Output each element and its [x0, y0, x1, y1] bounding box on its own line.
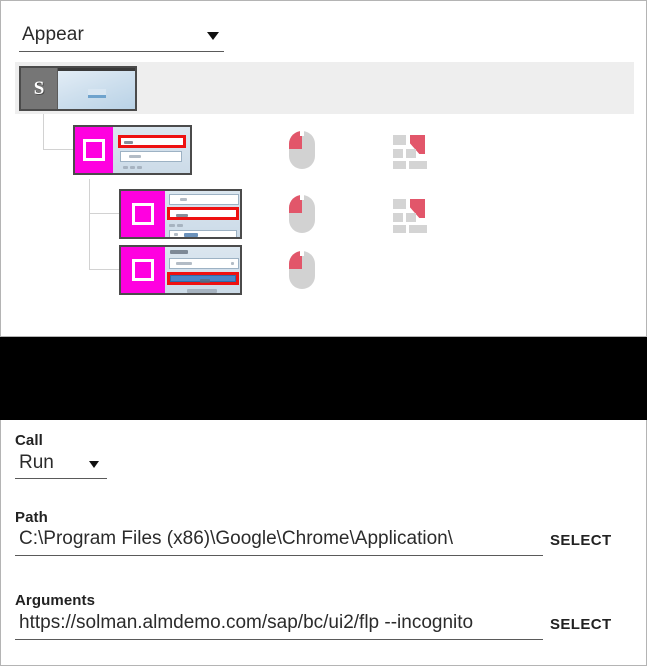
secondary-field-1: [120, 151, 182, 162]
step-screenshot-thumbnail-2: [165, 191, 240, 237]
tree-node-step-1[interactable]: [73, 125, 192, 175]
mouse-left-click-icon-3[interactable]: [289, 251, 315, 289]
arguments-input[interactable]: https://solman.almdemo.com/sap/bc/ui2/fl…: [19, 612, 543, 639]
app-window: Appear S Call Run Path C:\Program Files …: [0, 0, 647, 666]
tree-connector-horizontal-3: [89, 269, 119, 270]
fullscreen-brackets-icon: [83, 139, 105, 161]
step-accent-panel-3: [121, 247, 165, 293]
thumbnail-content-bar: [87, 89, 106, 99]
select-field-3: [169, 258, 239, 269]
path-input-value: C:\Program Files (x86)\Google\Chrome\App…: [19, 528, 454, 549]
path-underline: [15, 555, 543, 556]
mode-dropdown[interactable]: Appear: [19, 23, 224, 52]
tree-connector-horizontal-1: [43, 149, 73, 150]
bottom-field-2: [169, 230, 237, 237]
mouse-left-click-icon-1[interactable]: [289, 131, 315, 169]
step-screenshot-thumbnail-1: [113, 127, 190, 173]
call-dropdown[interactable]: Run: [19, 452, 107, 478]
highlighted-field-1: [118, 135, 186, 148]
path-label: Path: [15, 509, 48, 526]
call-label: Call: [15, 432, 43, 449]
start-badge-label: S: [33, 77, 45, 99]
start-badge: S: [21, 68, 58, 109]
arguments-label: Arguments: [15, 592, 96, 609]
tree-node-step-2[interactable]: [119, 189, 242, 239]
fullscreen-brackets-icon: [132, 203, 154, 225]
step-settings-panel: Call Run Path C:\Program Files (x86)\Goo…: [0, 420, 647, 666]
chevron-down-icon: [89, 461, 99, 468]
step-tree: S: [1, 57, 646, 336]
tree-connector-vertical-root: [43, 114, 44, 150]
mode-dropdown-value: Appear: [22, 24, 84, 45]
tree-connector-vertical-branch: [89, 179, 90, 270]
tree-node-step-3[interactable]: [119, 245, 242, 295]
step-accent-panel-2: [121, 191, 165, 237]
call-dropdown-value: Run: [19, 452, 54, 473]
step-screenshot-thumbnail-3: [165, 247, 240, 293]
thumbnail-title-3: [170, 250, 188, 254]
highlighted-field-2: [167, 207, 239, 220]
path-input[interactable]: C:\Program Files (x86)\Google\Chrome\App…: [19, 528, 543, 555]
call-underline: [15, 478, 107, 479]
video-separator-band: [0, 337, 647, 420]
thumbnail-footer-text-1: [123, 166, 128, 169]
mouse-left-click-icon-2[interactable]: [289, 195, 315, 233]
highlighted-button-3: [167, 272, 239, 285]
tree-node-root[interactable]: S: [19, 66, 137, 111]
fullscreen-brackets-icon: [132, 259, 154, 281]
thumbnail-footer-text-3: [187, 289, 217, 293]
tree-connector-horizontal-2: [89, 213, 119, 214]
path-select-button[interactable]: SELECT: [550, 532, 612, 549]
tile-grid-icon-2[interactable]: [393, 199, 431, 233]
step-accent-panel-1: [75, 127, 113, 173]
chevron-down-icon: [207, 32, 219, 40]
top-field-2: [169, 194, 239, 205]
arguments-select-button[interactable]: SELECT: [550, 616, 612, 633]
root-screenshot-thumbnail: [58, 68, 135, 109]
arguments-input-value: https://solman.almdemo.com/sap/bc/ui2/fl…: [19, 612, 474, 633]
arguments-underline: [15, 639, 543, 640]
tile-grid-icon-1[interactable]: [393, 135, 431, 169]
process-flow-panel: Appear S: [0, 0, 647, 337]
